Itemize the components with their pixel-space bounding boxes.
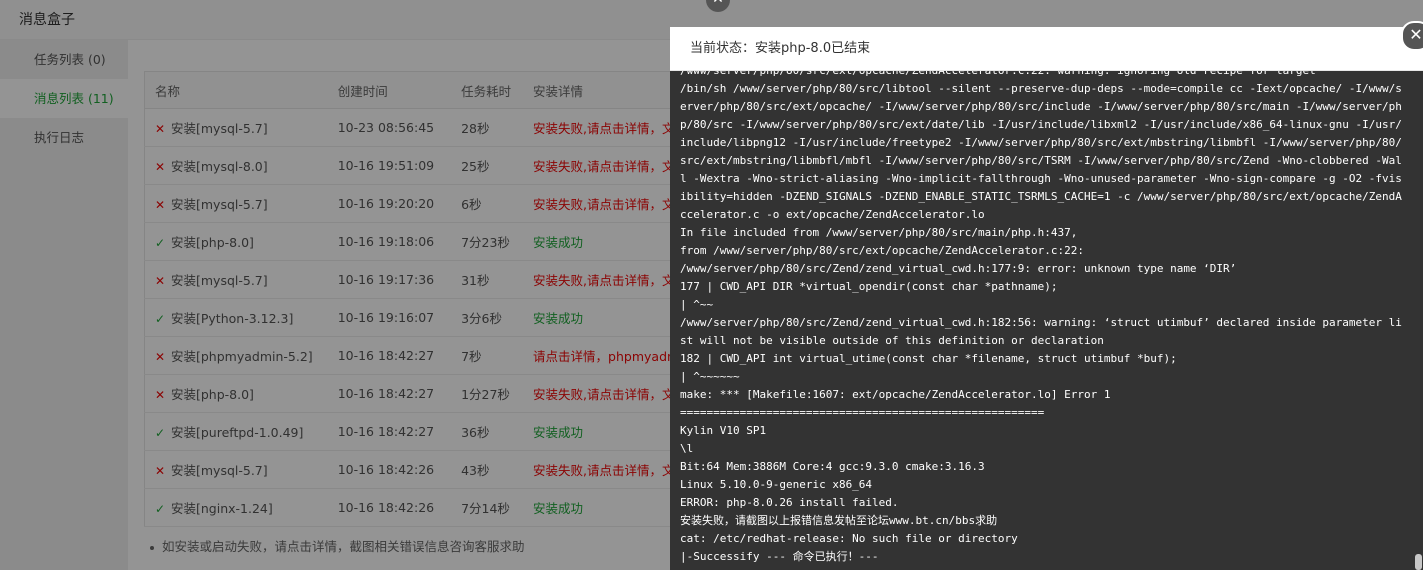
log-line: |-Successify --- 命令已执行！--- [680,550,879,563]
log-line: ========================================… [680,406,1045,419]
log-line: /www/server/php/80/src/Zend/zend_virtual… [680,262,1237,275]
log-line: ERROR: php-8.0.26 install failed. [680,496,899,509]
log-text: /www/server/php/80/src/ext/opcache/ZendA… [680,71,1405,566]
log-line: make: *** [Makefile:1607: ext/opcache/Ze… [680,388,1111,401]
log-line: 177 | CWD_API DIR *virtual_opendir(const… [680,280,1058,293]
log-line: /www/server/php/80/src/ext/opcache/ZendA… [680,71,1405,80]
log-line: cat: /etc/redhat-release: No such file o… [680,532,1018,545]
log-close-button[interactable]: ✕ [1401,21,1423,51]
log-line: /www/server/php/80/src/Zend/zend_virtual… [680,316,1402,347]
log-line: Kylin V10 SP1 [680,424,767,437]
log-line: | ^~~ [680,298,714,311]
log-line: 安装失败，请截图以上报错信息发帖至论坛www.bt.cn/bbs求助 [680,514,998,527]
log-scrollbar[interactable] [1415,71,1422,570]
log-output[interactable]: /www/server/php/80/src/ext/opcache/ZendA… [670,71,1423,570]
log-line: | ^~~~~~~ [680,370,740,383]
log-line: Bit:64 Mem:3886M Core:4 gcc:9.3.0 cmake:… [680,460,985,473]
log-line: Linux 5.10.0-9-generic x86_64 [680,478,873,491]
log-status: 当前状态：安装php-8.0已结束 [670,27,1423,71]
log-line: 182 | CWD_API int virtual_utime(const ch… [680,352,1177,365]
log-line: from /www/server/php/80/src/ext/opcache/… [680,244,1084,257]
install-log-dialog: 当前状态：安装php-8.0已结束 /www/server/php/80/src… [670,21,1423,570]
log-line: \l [680,442,694,455]
log-scrollbar-thumb[interactable] [1415,554,1422,570]
log-line: /bin/sh /www/server/php/80/src/libtool -… [680,82,1402,221]
log-line: In file included from /www/server/php/80… [680,226,1078,239]
